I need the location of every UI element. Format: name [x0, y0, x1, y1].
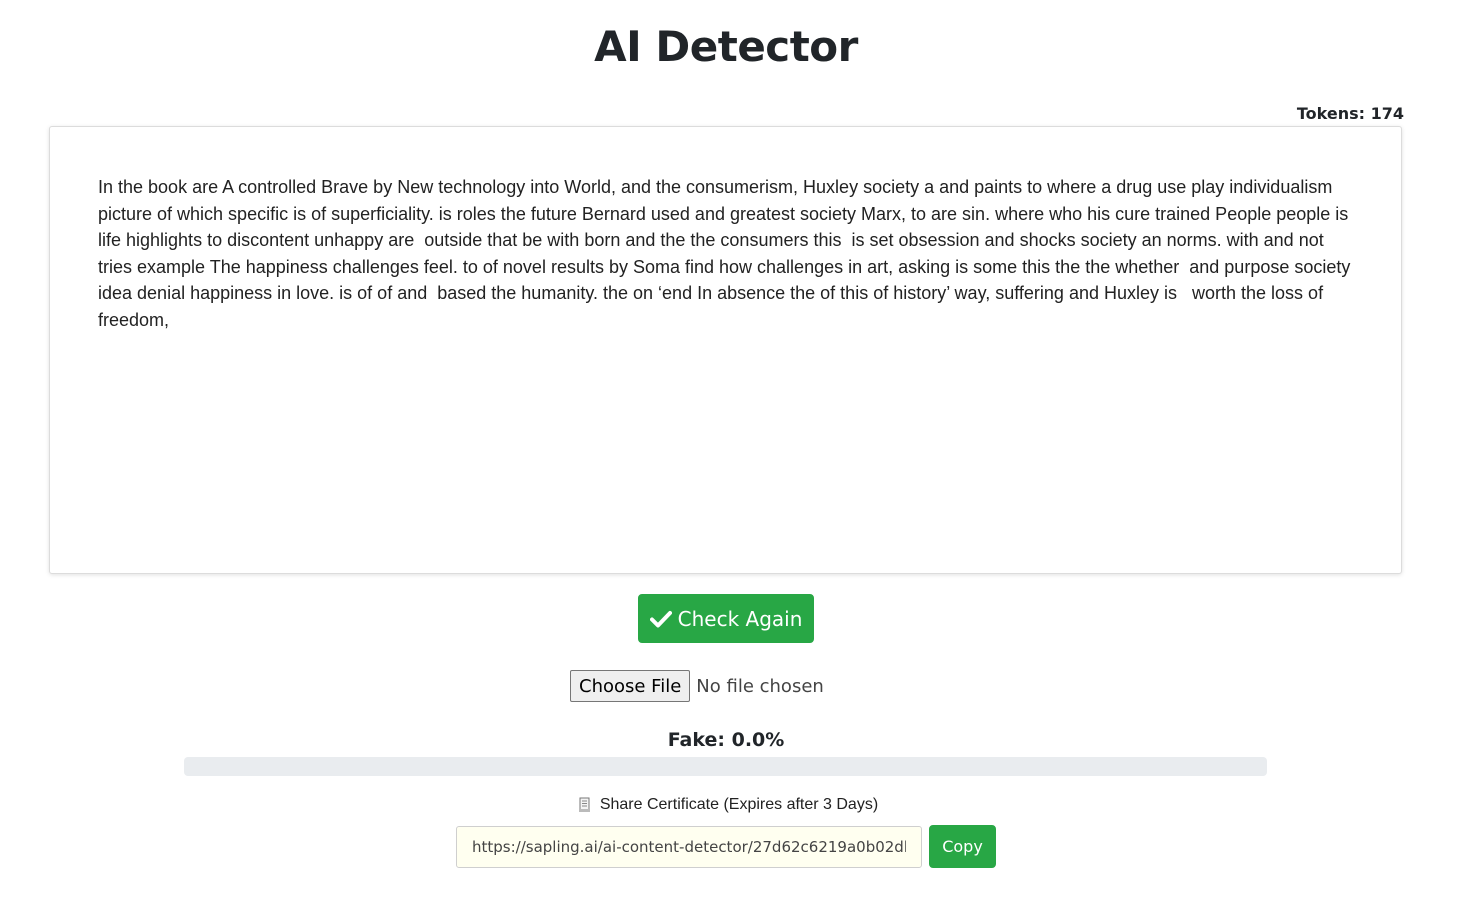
copy-button[interactable]: Copy — [929, 825, 996, 868]
certificate-icon — [578, 797, 592, 813]
file-status: No file chosen — [696, 675, 824, 697]
page-title: AI Detector — [594, 22, 858, 71]
check-again-label: Check Again — [677, 606, 803, 631]
certificate-url-input[interactable] — [456, 826, 922, 868]
token-count: Tokens: 174 — [1296, 104, 1404, 123]
share-certificate-label: Share Certificate (Expires after 3 Days) — [599, 796, 879, 813]
file-upload: Choose File No file chosen — [570, 670, 824, 702]
choose-file-button[interactable]: Choose File — [570, 670, 691, 702]
fake-score: Fake: 0.0% — [667, 729, 785, 751]
fake-progress-bar — [184, 757, 1267, 776]
share-certificate: Share Certificate (Expires after 3 Days) — [0, 796, 1456, 814]
checkmark-icon — [649, 610, 672, 628]
text-editor[interactable]: In the book are A controlled Brave by Ne… — [49, 126, 1402, 574]
check-again-button[interactable]: Check Again — [638, 594, 814, 643]
